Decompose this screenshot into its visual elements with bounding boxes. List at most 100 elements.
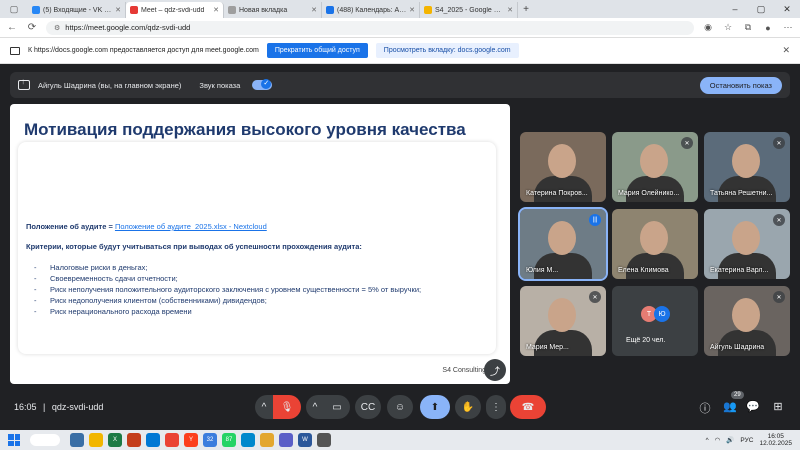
reload-icon[interactable]: ⟳ [26, 22, 38, 33]
site-info-icon[interactable]: ⚙ [54, 24, 60, 32]
url-field[interactable]: ⚙ https://meet.google.com/qdz-svdi-udd [46, 20, 694, 35]
participant-name: Мария Олейнико... [618, 190, 680, 197]
tab-close-icon[interactable]: ✕ [507, 6, 513, 14]
stop-sharing-button[interactable]: Прекратить общий доступ [266, 43, 368, 58]
participant-tile-self[interactable]: ✕ Айгуль Шадрина [704, 286, 790, 356]
taskbar-app-icon[interactable]: X [108, 433, 122, 447]
share-icon[interactable]: ⤴ [484, 359, 506, 381]
others-tile[interactable]: Т Ю Ещё 20 чел. [612, 286, 698, 356]
meeting-time: 16:05 [14, 402, 37, 412]
speaking-icon: ||| [589, 214, 601, 226]
tab-close-icon[interactable]: ✕ [115, 6, 121, 14]
taskbar-apps: X Y 32 87 W [70, 433, 331, 447]
participant-face [548, 298, 576, 332]
audit-line: Положение об аудите = Положение об аудит… [26, 222, 267, 231]
audit-link[interactable]: Положение об аудите_2025.xlsx - Nextclou… [115, 222, 267, 231]
tab-close-icon[interactable]: ✕ [409, 6, 415, 14]
taskbar-app-icon[interactable] [70, 433, 84, 447]
taskbar-app-icon[interactable] [279, 433, 293, 447]
taskbar-app-icon[interactable]: W [298, 433, 312, 447]
participant-tile-speaking[interactable]: ||| Юлия М... [518, 207, 608, 281]
tab-strip: (5) Входящие - VK WorkMail✕Meet – qdz-sv… [28, 0, 518, 18]
taskbar-app-icon[interactable] [89, 433, 103, 447]
tab-favicon-icon [424, 6, 432, 14]
browser-tab[interactable]: Meet – qdz-svdi-udd ✕ [126, 2, 224, 18]
tab-close-icon[interactable]: ✕ [213, 6, 219, 14]
audio-options-icon[interactable]: ^ [255, 395, 273, 419]
participant-name: Айгуль Шадрина [710, 344, 765, 351]
leave-call-button[interactable]: ☎ [510, 395, 546, 419]
browser-tab[interactable]: (488) Календарь: Айгуль Шадрина✕ [322, 2, 420, 18]
taskbar-app-icon[interactable] [146, 433, 160, 447]
participant-tile[interactable]: Катерина Покров... [520, 132, 606, 202]
raise-hand-button[interactable]: ✋ [455, 395, 481, 419]
taskbar-search[interactable] [30, 434, 60, 446]
taskbar-app-icon[interactable] [317, 433, 331, 447]
meet-main: Айгуль Шадрина (вы, на главном экране) З… [0, 64, 800, 430]
tray-arrow-icon[interactable]: ^ [706, 437, 709, 444]
start-icon[interactable] [8, 434, 20, 446]
tab-title: (5) Входящие - VK WorkMail [43, 6, 113, 14]
participant-tile[interactable]: ✕ Мария Олейнико... [612, 132, 698, 202]
participant-tile[interactable]: ✕ Екатерина Варл... [704, 209, 790, 279]
camera-button[interactable]: ▭ [324, 395, 350, 419]
close-window-icon[interactable]: ✕ [774, 4, 800, 15]
minimize-icon[interactable]: – [722, 4, 748, 15]
taskbar-app-icon[interactable] [241, 433, 255, 447]
back-icon[interactable]: ← [6, 22, 18, 33]
tab-close-icon[interactable]: ✕ [311, 6, 317, 14]
taskbar-app-icon[interactable] [260, 433, 274, 447]
star-icon[interactable]: ☆ [722, 22, 734, 33]
volume-icon[interactable]: 🔊 [726, 436, 734, 444]
extensions-icon[interactable]: ⧉ [742, 22, 754, 33]
maximize-icon[interactable]: ▢ [748, 4, 774, 15]
clock[interactable]: 16:05 12.02.2025 [759, 433, 792, 447]
window-controls: – ▢ ✕ [722, 4, 800, 15]
wifi-icon[interactable]: ◠ [715, 436, 721, 444]
mic-off-button[interactable]: 🎙 [273, 395, 301, 419]
new-tab-button[interactable]: + [518, 4, 534, 15]
participant-tile[interactable]: Елена Климова [612, 209, 698, 279]
taskbar-app-icon[interactable]: 32 [203, 433, 217, 447]
screen-share-icon [10, 46, 20, 55]
browser-tab[interactable]: (5) Входящие - VK WorkMail✕ [28, 2, 126, 18]
stop-presenting-button[interactable]: Остановить показ [699, 76, 782, 94]
people-icon[interactable]: 👥 [722, 400, 738, 413]
activities-icon[interactable]: ⊞ [770, 400, 786, 413]
participant-tile[interactable]: ✕ Мария Мер... [520, 286, 606, 356]
view-tab-button[interactable]: Просмотреть вкладку: docs.google.com [375, 43, 519, 58]
camera-icon[interactable]: ◉ [702, 22, 714, 33]
language-indicator[interactable]: РУС [740, 437, 753, 444]
participant-video [718, 253, 776, 279]
captions-button[interactable]: CC [355, 395, 381, 419]
browser-tab[interactable]: S4_2025 - Google Презентации✕ [420, 2, 518, 18]
os-taskbar: X Y 32 87 W ^ ◠ 🔊 РУС 16:05 12.02.2025 [0, 430, 800, 450]
participant-video [626, 253, 684, 279]
tab-title: Meet – qdz-svdi-udd [141, 6, 205, 14]
participant-tile[interactable]: ✕ Татьяна Решетни... [704, 132, 790, 202]
close-icon[interactable]: ✕ [782, 45, 790, 56]
clock-date: 12.02.2025 [759, 440, 792, 447]
participant-video [534, 330, 592, 356]
tab-actions-icon[interactable]: ▢ [0, 0, 28, 18]
criteria-heading: Критерии, которые будут учитываться при … [26, 242, 362, 251]
chat-icon[interactable]: 💬 [745, 400, 761, 413]
menu-icon[interactable]: ⋯ [782, 22, 794, 33]
sharing-notice-text: К https://docs.google.com предоставляетс… [28, 47, 259, 54]
taskbar-app-icon[interactable]: Y [184, 433, 198, 447]
tab-favicon-icon [32, 6, 40, 14]
mic-off-icon: ✕ [773, 137, 785, 149]
taskbar-app-icon[interactable] [165, 433, 179, 447]
present-button[interactable]: ⬆ [420, 395, 450, 419]
browser-tab[interactable]: Новая вкладка ✕ [224, 2, 322, 18]
sound-toggle[interactable] [252, 79, 273, 90]
profile-icon[interactable]: ● [762, 23, 774, 33]
video-options-icon[interactable]: ^ [306, 395, 324, 419]
emoji-button[interactable]: ☺ [387, 395, 413, 419]
clock-time: 16:05 [767, 433, 784, 440]
taskbar-app-icon[interactable]: 87 [222, 433, 236, 447]
taskbar-app-icon[interactable] [127, 433, 141, 447]
more-options-button[interactable]: ⋮ [486, 395, 506, 419]
info-icon[interactable]: ⓘ [697, 400, 713, 416]
audit-label: Положение об аудите = [26, 222, 115, 231]
